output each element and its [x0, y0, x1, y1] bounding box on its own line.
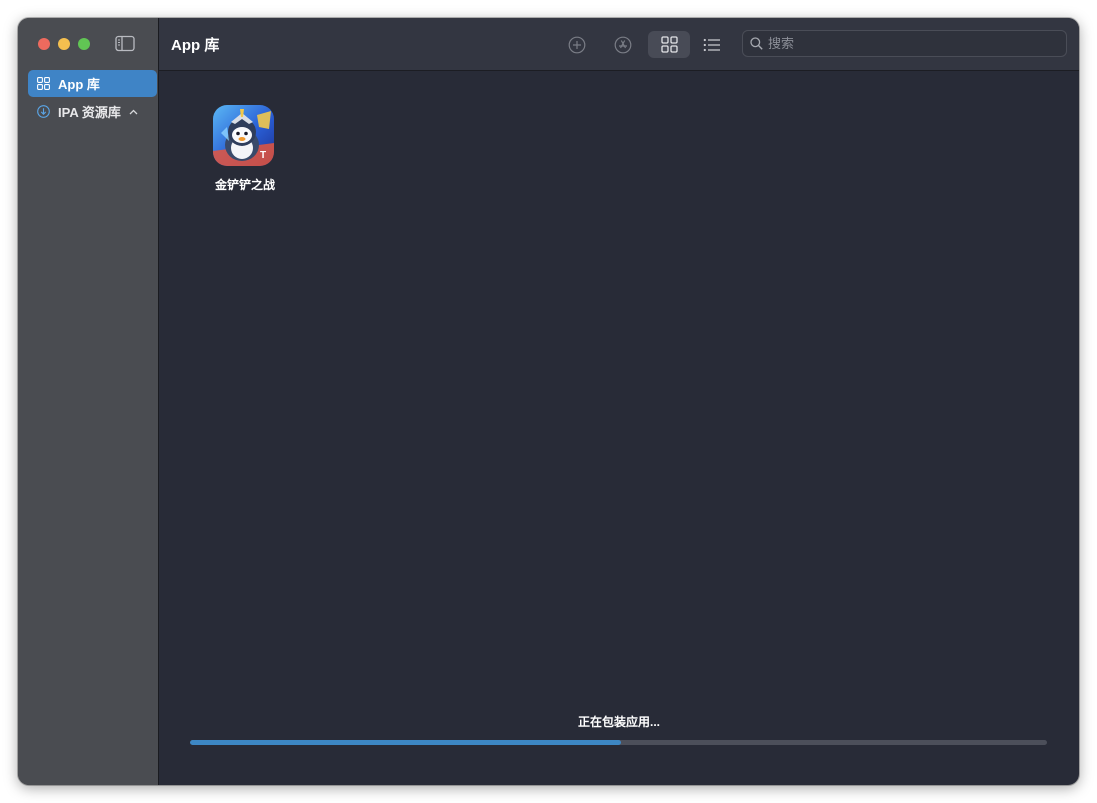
search-field[interactable] — [742, 30, 1067, 57]
svg-text:T: T — [260, 150, 266, 161]
page-title: App 库 — [171, 37, 220, 54]
search-icon — [750, 37, 763, 50]
app-window: App 库 IPA 资源库 App 库 搜索 T 金铲铲之战 正在包装应用... — [18, 18, 1079, 785]
sidebar-item-label: IPA 资源库 — [58, 105, 121, 120]
app-tile[interactable]: T 金铲铲之战 — [205, 105, 285, 197]
minimize-window-button[interactable] — [58, 38, 70, 50]
sidebar-item-app-library[interactable]: App 库 — [28, 70, 157, 97]
download-circle-icon — [37, 105, 50, 118]
install-button[interactable] — [602, 31, 644, 58]
sidebar: App 库 IPA 资源库 — [18, 18, 159, 785]
plus-circle-icon — [568, 36, 586, 54]
grid-view-button[interactable] — [648, 31, 690, 58]
chevron-up-icon[interactable] — [129, 109, 138, 115]
grid-icon — [660, 36, 678, 53]
list-view-button[interactable] — [691, 31, 733, 58]
sidebar-item-label: App 库 — [58, 77, 100, 92]
app-store-icon — [614, 36, 632, 54]
zoom-window-button[interactable] — [78, 38, 90, 50]
list-icon — [703, 38, 721, 52]
toolbar: App 库 — [159, 18, 1079, 71]
grid-icon — [37, 77, 50, 90]
sidebar-toggle-icon[interactable] — [115, 35, 135, 52]
status-text: 正在包装应用... — [577, 715, 660, 729]
search-input[interactable] — [768, 36, 1048, 51]
app-name: 金铲铲之战 — [214, 178, 275, 192]
penguin-game-icon: T — [213, 105, 274, 166]
progress-fill — [190, 740, 622, 745]
progress-bar — [190, 740, 1047, 745]
close-window-button[interactable] — [38, 38, 50, 50]
add-button[interactable] — [556, 31, 598, 58]
sidebar-item-ipa-library[interactable]: IPA 资源库 — [28, 98, 157, 125]
app-grid: T 金铲铲之战 正在包装应用... — [159, 71, 1079, 785]
